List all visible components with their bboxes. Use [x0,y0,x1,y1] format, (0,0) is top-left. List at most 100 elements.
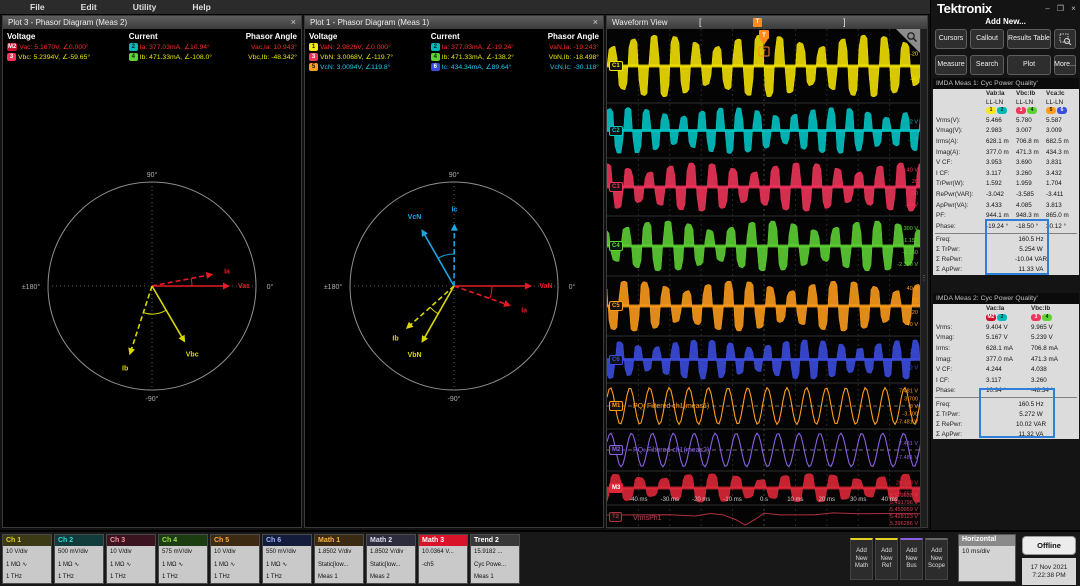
channel-badge-title: Ch 5 [211,535,259,546]
voltage-reading: VaN: 2.9826V, ∠0.000° [320,44,391,51]
meas-row: V CF: 3.953 3.690 3.831 [933,157,1079,168]
channel-setting: 10 V/div [6,549,28,556]
decorative [429,306,439,315]
restore-icon[interactable]: ❐ [1054,4,1067,13]
menu-help[interactable]: Help [192,2,210,12]
horizontal-badge[interactable]: Horizontal 10 ms/div [958,534,1016,582]
meas-value: 377.0 mA [986,355,1013,363]
channel-setting: 1 THz [110,574,126,581]
decorative: Ia [224,269,230,276]
lane-badge-c3[interactable]: C3 [609,182,623,192]
phasor-reading-row: 5 VcN: 3.0094V, ∠119.8° 6 Ic: 434.34mA, ∠89… [305,62,603,72]
source-badge: 2 [128,43,138,51]
plot1-close-icon[interactable]: × [593,18,598,27]
plot1-phasor-diagram: 90° 0° ±180° -90° VaN Ia VbN Ib VcN Ic [324,171,576,403]
channel-badge-ch-3[interactable]: Ch 3 10 V/div 1 MΩ ∿ 1 THz [106,534,156,584]
channel-badge-math-2[interactable]: Math 2 1.8502 V/div Static[low... Meas 2 [366,534,416,584]
minimize-icon[interactable]: – [1041,4,1054,13]
add-new-ref-button[interactable]: Add New Ref [875,538,898,580]
cursors-button[interactable]: Cursors [935,29,967,49]
decorative [607,304,921,308]
decorative: VcN [408,214,422,221]
lane-badge-m3[interactable]: M3 [609,483,624,493]
channel-badge-ch-5[interactable]: Ch 5 10 V/div 1 MΩ ∿ 1 THz [210,534,260,584]
current-reading: Ib: 471.33mA, ∠-138.2° [441,54,515,61]
horizontal-scale-value: 10 ms/div [962,548,990,555]
phasor-reading-row: 3 Vbc: 5.2394V, ∠-59.65° 4 Ib: 471.33mA, ∠-… [3,52,301,62]
channel-badge-ch-4[interactable]: Ch 4 575 mV/div 1 MΩ ∿ 1 THz [158,534,208,584]
plot3-close-icon[interactable]: × [291,18,296,27]
callout-button[interactable]: Callout [970,29,1004,49]
meas-column-header: Vca:Ic [1046,90,1065,97]
decorative [151,274,210,287]
zoom-grid-button[interactable] [1054,29,1076,49]
channel-setting: 15.9182 ... [474,549,503,556]
meas-value: 9.404 V [986,323,1008,331]
decorative: Add [881,548,892,555]
decorative: 5.428123 V [890,514,918,520]
add-new-bus-button[interactable]: Add New Bus [900,538,923,580]
channel-badge-trend-2[interactable]: Trend 2 15.9182 ... Cyc Powe... Meas 1 [470,534,520,584]
meas-summary-row: Σ TrPwr: 5.254 W [933,245,1079,255]
decorative: 20.148 V [896,480,918,486]
waveform-scrollbar[interactable]: ⋮ [920,29,928,527]
lane-badge-m1[interactable]: M1 [609,401,624,411]
decorative: Ic [452,207,458,214]
column-header: Phasor Angle [547,32,599,41]
decorative: Scope [927,563,945,570]
decorative: PQ: Filtered ch1(meas1) [633,403,709,410]
decorative: Phase: [936,387,956,395]
lane-badge-c1[interactable]: C1 [609,61,623,71]
decorative: 40 V [907,168,919,174]
lane-badge-t2[interactable]: T2 [609,512,623,522]
meas-value: 9.965 V [1031,323,1053,331]
channel-badge-math-3[interactable]: Math 3 10.0364 V... -ch5 [418,534,468,584]
horizontal-title: Horizontal [959,535,1015,546]
decorative: New [880,555,893,562]
meas-summary-value: -10.04 VAR [1014,256,1048,264]
lane-badge-c6[interactable]: C6 [609,354,623,365]
channel-badge-math-1[interactable]: Math 1 1.8502 V/div Static[low... Meas 1 [314,534,364,584]
phasor-angle-reading: VcN,Ic: -30.118° [549,63,599,71]
channel-badge-ch-2[interactable]: Ch 2 500 mV/div 1 MΩ ∿ 1 THz [54,534,104,584]
decorative: Vrms: [936,323,953,331]
menu-utility[interactable]: Utility [133,2,157,12]
channel-setting: Static[low... [318,561,349,568]
menu-file[interactable]: File [30,2,45,12]
decorative [607,129,921,132]
waveform-plot-area[interactable]: -20 -40 2 V -2 V 40 V 20 -20 -40 V 2.300 V 1.150 -… [607,29,921,529]
meas-value: 3.432 [1046,169,1062,177]
results-table-button[interactable]: Results Table [1007,29,1051,49]
meas-value: 3.117 [986,169,1002,177]
add-new-scope-button[interactable]: Add New Scope [925,538,948,580]
plot-button[interactable]: Plot [1007,55,1051,75]
search-button[interactable]: Search [970,55,1004,75]
decorative: 2 [997,314,1007,321]
lane-badge-m2[interactable]: M2 [609,445,624,455]
meas-value: 5.466 [986,116,1002,124]
channel-badge-ch-6[interactable]: Ch 6 550 mV/div 1 MΩ ∿ 1 THz [262,534,312,584]
decorative: Ib [392,335,398,342]
source-badge: 3 [7,53,16,61]
decorative: Ia [521,307,527,314]
decorative: M2 [986,314,996,321]
lane-badge-c4[interactable]: C4 [609,241,623,251]
decorative: Freq: [936,236,951,244]
meas-value: 628.1 mA [986,344,1013,352]
meas-summary-row: Freq: 160.5 Hz [933,235,1079,245]
meas-summary-value: 160.5 Hz [1018,400,1044,408]
lane-badge-c5[interactable]: C5 [609,301,623,311]
decorative: Freq: [936,400,951,408]
close-icon[interactable]: × [1067,4,1080,13]
add-new-math-button[interactable]: Add New Math [850,538,873,580]
measure-button[interactable]: Measure [935,55,967,75]
more-button[interactable]: More... [1054,55,1076,75]
meas-subheader: LL-LN [1046,98,1064,106]
lane-badge-c2[interactable]: C2 [609,125,623,136]
trigger-position-icon[interactable]: T [753,18,762,27]
menu-edit[interactable]: Edit [81,2,97,12]
channel-badge-ch-1[interactable]: Ch 1 10 V/div 1 MΩ ∿ 1 THz [2,534,52,584]
decorative: VrmsPh1 [633,515,662,522]
decorative [607,486,921,490]
offline-button[interactable]: Offline [1022,536,1076,555]
